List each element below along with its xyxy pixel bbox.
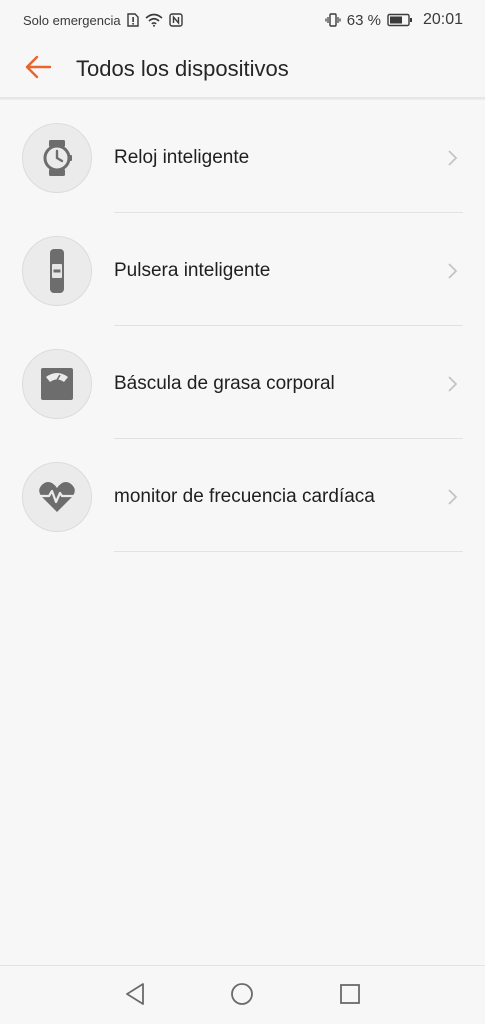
device-item-smart-band[interactable]: Pulsera inteligente (0, 213, 485, 326)
back-button[interactable] (0, 40, 74, 98)
system-nav-bar (0, 965, 485, 1024)
arrow-left-icon (24, 55, 52, 84)
device-item-heart-rate-monitor[interactable]: monitor de frecuencia cardíaca (0, 439, 485, 552)
back-triangle-icon (124, 982, 146, 1011)
nav-back-button[interactable] (123, 982, 147, 1011)
recents-square-icon (339, 983, 361, 1010)
clock: 20:01 (422, 11, 463, 28)
page-title: Todos los dispositivos (76, 56, 289, 81)
smart-band-icon (22, 236, 92, 306)
app-bar: Todos los dispositivos (0, 40, 485, 98)
sim-alert-icon (126, 13, 139, 27)
device-label: Reloj inteligente (114, 147, 250, 168)
home-circle-icon (230, 982, 254, 1011)
device-item-smartwatch[interactable]: Reloj inteligente (0, 100, 485, 213)
carrier-text: Solo emergencia (23, 12, 121, 28)
device-label: monitor de frecuencia cardíaca (114, 486, 375, 507)
list-divider (114, 551, 463, 552)
nav-home-button[interactable] (230, 982, 254, 1011)
device-label: Báscula de grasa corporal (114, 373, 335, 394)
wifi-icon (145, 13, 163, 27)
device-label: Pulsera inteligente (114, 260, 271, 281)
device-list: Reloj inteligente Pulsera inteligente Bá… (0, 100, 485, 552)
smartwatch-icon (22, 123, 92, 193)
chevron-right-icon (447, 488, 459, 506)
vibrate-icon (325, 13, 341, 27)
status-right: 63 % 20:01 (325, 11, 463, 29)
chevron-right-icon (447, 262, 459, 280)
battery-icon (387, 13, 413, 27)
nfc-icon (168, 13, 183, 27)
nav-recents-button[interactable] (338, 983, 362, 1010)
status-bar: Solo emergencia 63 % 20:01 (0, 0, 485, 40)
chevron-right-icon (447, 149, 459, 167)
screen: Solo emergencia 63 % 20:01 Todos los dis… (0, 0, 485, 1024)
status-left: Solo emergencia (23, 13, 183, 28)
device-item-body-fat-scale[interactable]: Báscula de grasa corporal (0, 326, 485, 439)
body-fat-scale-icon (22, 349, 92, 419)
chevron-right-icon (447, 375, 459, 393)
heart-rate-monitor-icon (22, 462, 92, 532)
battery-percent: 63 % (346, 11, 381, 29)
